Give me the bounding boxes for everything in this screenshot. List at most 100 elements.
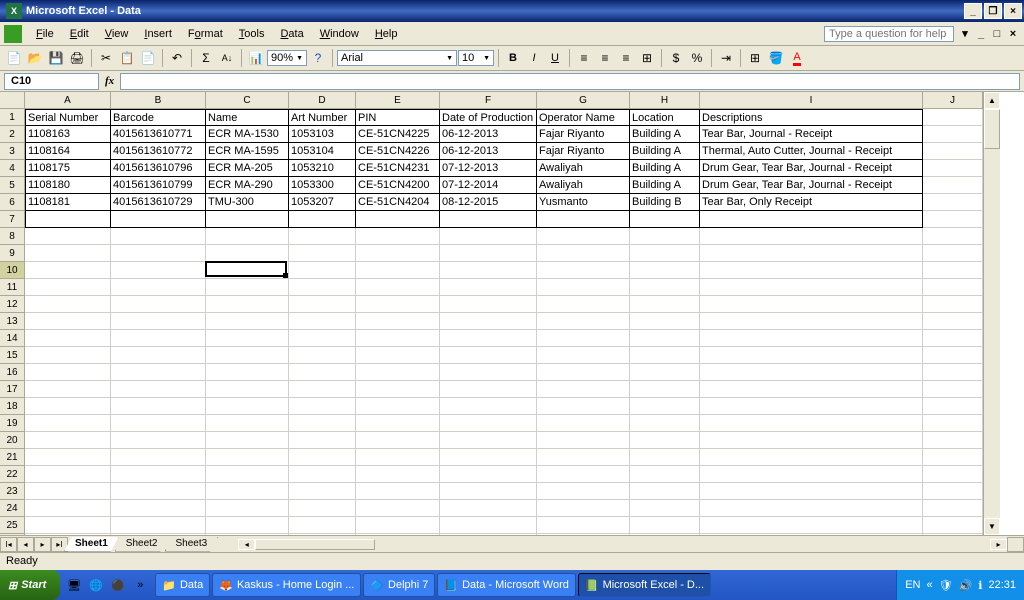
menu-window[interactable]: Window xyxy=(312,26,367,42)
cell-D4[interactable]: 1053210 xyxy=(289,160,356,177)
row-header-5[interactable]: 5 xyxy=(0,177,25,194)
cell-G9[interactable] xyxy=(537,245,630,262)
cell-I23[interactable] xyxy=(700,483,923,500)
cell-E16[interactable] xyxy=(356,364,440,381)
row-header-2[interactable]: 2 xyxy=(0,126,25,143)
cell-J8[interactable] xyxy=(923,228,983,245)
copy-icon[interactable]: 📋 xyxy=(117,48,137,68)
cell-A3[interactable]: 1108164 xyxy=(25,143,111,160)
cell-H16[interactable] xyxy=(630,364,700,381)
row-header-14[interactable]: 14 xyxy=(0,330,25,347)
cell-B15[interactable] xyxy=(111,347,206,364)
sheet-tab-sheet1[interactable]: Sheet1 xyxy=(64,537,119,552)
cell-B1[interactable]: Barcode xyxy=(111,109,206,126)
cell-D16[interactable] xyxy=(289,364,356,381)
tray-icon[interactable]: 🛡 xyxy=(939,579,953,592)
cell-J11[interactable] xyxy=(923,279,983,296)
cell-I24[interactable] xyxy=(700,500,923,517)
cell-G18[interactable] xyxy=(537,398,630,415)
borders-icon[interactable]: ⊞ xyxy=(745,48,765,68)
cell-J22[interactable] xyxy=(923,466,983,483)
cell-J7[interactable] xyxy=(923,211,983,228)
cell-I3[interactable]: Thermal, Auto Cutter, Journal - Receipt xyxy=(700,143,923,160)
row-header-9[interactable]: 9 xyxy=(0,245,25,262)
cell-G25[interactable] xyxy=(537,517,630,534)
cell-F21[interactable] xyxy=(440,449,537,466)
cell-B14[interactable] xyxy=(111,330,206,347)
cell-E24[interactable] xyxy=(356,500,440,517)
cell-I16[interactable] xyxy=(700,364,923,381)
cell-G3[interactable]: Fajar Riyanto xyxy=(537,143,630,160)
cell-H13[interactable] xyxy=(630,313,700,330)
new-icon[interactable]: 📄 xyxy=(4,48,24,68)
taskbar-item[interactable]: 📘Data - Microsoft Word xyxy=(437,573,575,597)
cell-B16[interactable] xyxy=(111,364,206,381)
cell-J3[interactable] xyxy=(923,143,983,160)
cell-B25[interactable] xyxy=(111,517,206,534)
row-header-26[interactable]: 26 xyxy=(0,534,25,535)
cell-H24[interactable] xyxy=(630,500,700,517)
cell-D11[interactable] xyxy=(289,279,356,296)
menu-format[interactable]: Format xyxy=(180,26,231,42)
cut-icon[interactable]: ✂ xyxy=(96,48,116,68)
col-header-J[interactable]: J xyxy=(923,92,983,109)
formula-bar[interactable] xyxy=(120,73,1020,90)
cell-E5[interactable]: CE-51CN4200 xyxy=(356,177,440,194)
vertical-scrollbar[interactable]: ▲ ▼ xyxy=(983,92,1000,535)
cell-E3[interactable]: CE-51CN4226 xyxy=(356,143,440,160)
cell-H23[interactable] xyxy=(630,483,700,500)
cell-C10[interactable] xyxy=(206,262,289,279)
cell-A7[interactable] xyxy=(25,211,111,228)
ql-icon[interactable]: 🌐 xyxy=(86,575,106,595)
cell-E10[interactable] xyxy=(356,262,440,279)
cell-C8[interactable] xyxy=(206,228,289,245)
cell-B7[interactable] xyxy=(111,211,206,228)
cell-I11[interactable] xyxy=(700,279,923,296)
cell-A17[interactable] xyxy=(25,381,111,398)
cell-F14[interactable] xyxy=(440,330,537,347)
cell-G20[interactable] xyxy=(537,432,630,449)
cell-C12[interactable] xyxy=(206,296,289,313)
cell-H11[interactable] xyxy=(630,279,700,296)
cell-I9[interactable] xyxy=(700,245,923,262)
cell-H3[interactable]: Building A xyxy=(630,143,700,160)
cell-F8[interactable] xyxy=(440,228,537,245)
fontsize-select[interactable]: 10▼ xyxy=(458,50,494,66)
cell-H14[interactable] xyxy=(630,330,700,347)
cell-H9[interactable] xyxy=(630,245,700,262)
undo-icon[interactable]: ↶ xyxy=(167,48,187,68)
cell-A22[interactable] xyxy=(25,466,111,483)
cell-F24[interactable] xyxy=(440,500,537,517)
cell-D1[interactable]: Art Number xyxy=(289,109,356,126)
cell-H2[interactable]: Building A xyxy=(630,126,700,143)
cell-C20[interactable] xyxy=(206,432,289,449)
cell-E1[interactable]: PIN xyxy=(356,109,440,126)
cell-J21[interactable] xyxy=(923,449,983,466)
col-header-A[interactable]: A xyxy=(25,92,111,109)
cell-E25[interactable] xyxy=(356,517,440,534)
tray-icon[interactable]: 🔊 xyxy=(959,579,973,592)
cell-J23[interactable] xyxy=(923,483,983,500)
row-header-19[interactable]: 19 xyxy=(0,415,25,432)
tab-nav-prev-icon[interactable]: ◂ xyxy=(17,537,34,552)
row-header-4[interactable]: 4 xyxy=(0,160,25,177)
cell-D7[interactable] xyxy=(289,211,356,228)
cell-J24[interactable] xyxy=(923,500,983,517)
taskbar-item[interactable]: 📁Data xyxy=(155,573,210,597)
row-header-24[interactable]: 24 xyxy=(0,500,25,517)
cell-H6[interactable]: Building B xyxy=(630,194,700,211)
menu-file[interactable]: File xyxy=(28,26,62,42)
cell-C25[interactable] xyxy=(206,517,289,534)
percent-icon[interactable]: % xyxy=(687,48,707,68)
cell-D9[interactable] xyxy=(289,245,356,262)
cell-J15[interactable] xyxy=(923,347,983,364)
cell-D23[interactable] xyxy=(289,483,356,500)
cell-G5[interactable]: Awaliyah xyxy=(537,177,630,194)
cell-F13[interactable] xyxy=(440,313,537,330)
cell-D10[interactable] xyxy=(289,262,356,279)
cell-H22[interactable] xyxy=(630,466,700,483)
cell-E9[interactable] xyxy=(356,245,440,262)
cell-E20[interactable] xyxy=(356,432,440,449)
cell-A6[interactable]: 1108181 xyxy=(25,194,111,211)
row-header-20[interactable]: 20 xyxy=(0,432,25,449)
